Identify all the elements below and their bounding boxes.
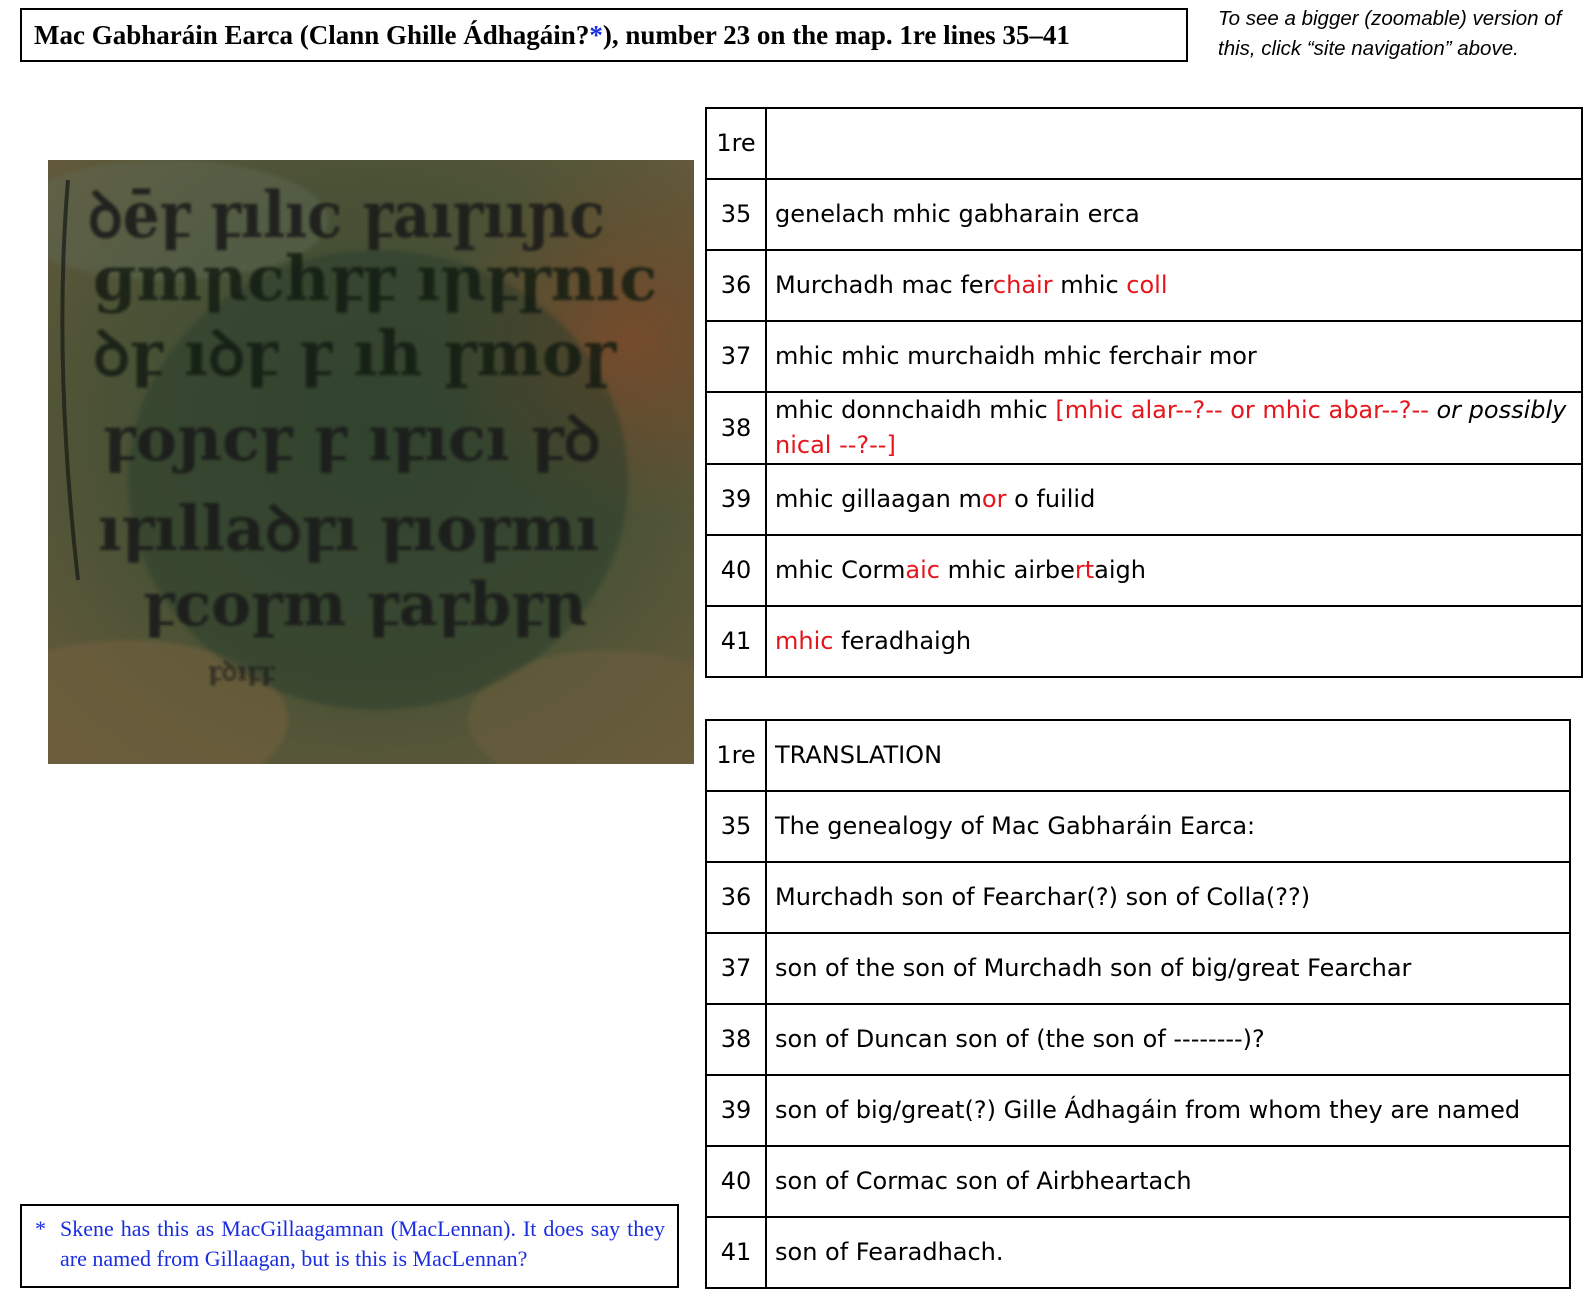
- line-number: 36: [705, 861, 767, 934]
- table-row: 36 Murchadh mac ferchair mhic coll: [705, 249, 1583, 322]
- irish-line-text: mhic feradhaigh: [765, 605, 1583, 678]
- irish-line-text: mhic mhic murchaidh mhic ferchair mor: [765, 320, 1583, 393]
- text-segment: genelach mhic gabharain erca: [775, 200, 1140, 228]
- irish-text-table: 1re 35 genelach mhic gabharain erca 36 Murch…: [705, 107, 1583, 678]
- table-row: 35 The genealogy of Mac Gabharáin Earca:: [705, 790, 1571, 863]
- svg-text:ꝼoɲcꝼ ꝼ ıꝼıcı ꝼꝺ: ꝼoɲcꝼ ꝼ ıꝼıcı ꝼꝺ: [103, 402, 601, 475]
- table-row: 40 mhic Cormaic mhic airbertaigh: [705, 534, 1583, 607]
- text-segment: mhic donnchaidh mhic: [775, 396, 1056, 424]
- line-number: 37: [705, 932, 767, 1005]
- irish-line-text: mhic donnchaidh mhic [mhic alar--?-- or …: [765, 391, 1583, 465]
- table-row: 36 Murchadh son of Fearchar(?) son of Col…: [705, 861, 1571, 934]
- text-segment: rt: [1074, 556, 1095, 584]
- text-segment: mhic airbe: [939, 556, 1075, 584]
- table-row: 37 mhic mhic murchaidh mhic ferchair mor: [705, 320, 1583, 393]
- translation-line-text: Murchadh son of Fearchar(?) son of Colla…: [765, 861, 1571, 934]
- text-segment: Murchadh mac fer: [775, 271, 993, 299]
- table-row: 38 mhic donnchaidh mhic [mhic alar--?-- o…: [705, 391, 1583, 465]
- irish-line-text: mhic Cormaic mhic airbertaigh: [765, 534, 1583, 607]
- table-row: 40 son of Cormac son of Airbheartach: [705, 1145, 1571, 1218]
- irish-line-text: Murchadh mac ferchair mhic coll: [765, 249, 1583, 322]
- navigation-note: To see a bigger (zoomable) version of th…: [1218, 7, 1562, 60]
- page-title: Mac Gabharáin Earca (Clann Ghille Ádhagá…: [20, 8, 1188, 62]
- text-segment: mhic Corm: [775, 556, 906, 584]
- translation-line-text: son of Fearadhach.: [765, 1216, 1571, 1289]
- table-row: 41 mhic feradhaigh: [705, 605, 1583, 678]
- table-row: 41 son of Fearadhach.: [705, 1216, 1571, 1289]
- footnote-box: * Skene has this as MacGillaagamnan (Mac…: [20, 1204, 679, 1288]
- text-segment: nical --?--]: [775, 431, 896, 459]
- text-segment: [mhic alar--?-- or mhic abar--?--: [1055, 396, 1437, 424]
- translation-line-text: son of Duncan son of (the son of -------…: [765, 1003, 1571, 1076]
- line-number: 36: [705, 249, 767, 322]
- text-segment: mhic mhic murchaidh mhic ferchair mor: [775, 342, 1257, 370]
- table-header-row: 1re TRANSLATION: [705, 719, 1571, 792]
- header-text-cell: [765, 107, 1583, 180]
- table-row: 35 genelach mhic gabharain erca: [705, 178, 1583, 251]
- translation-line-text: son of the son of Murchadh son of big/gr…: [765, 932, 1571, 1005]
- svg-text:ɡmꞃchꝼꝼ ıꞃꝼɼnıc: ɡmꞃchꝼꝼ ıꞃꝼɼnıc: [93, 242, 657, 315]
- svg-text:ꝼꝺıꝼꝼ: ꝼꝺıꝼꝼ: [208, 657, 275, 687]
- text-segment: mhic: [775, 627, 834, 655]
- line-number: 39: [705, 463, 767, 536]
- svg-text:ꝺꝼ ıꝺꝼ ꝼ ıh ɼmoɼ: ꝺꝼ ıꝺꝼ ꝼ ıh ɼmoɼ: [93, 317, 617, 390]
- line-number: 41: [705, 1216, 767, 1289]
- header-line-label: 1re: [705, 107, 767, 180]
- text-segment: mhic gillaagan m: [775, 485, 982, 513]
- text-segment: chair: [992, 271, 1053, 299]
- text-segment: aic: [905, 556, 940, 584]
- line-number: 37: [705, 320, 767, 393]
- text-segment: feradhaigh: [833, 627, 972, 655]
- table-row: 39 mhic gillaagan mor o fuilid: [705, 463, 1583, 536]
- translation-line-text: son of big/great(?) Gille Ádhagáin from …: [765, 1074, 1571, 1147]
- text-segment: or possibly: [1436, 396, 1567, 424]
- line-number: 40: [705, 534, 767, 607]
- line-number: 39: [705, 1074, 767, 1147]
- svg-text:ıꝼıllaꝺꝼı ꝼıoꝼmı: ıꝼıllaꝺꝼı ꝼıoꝼmı: [98, 492, 599, 565]
- title-main: Mac Gabharáin Earca (Clann Ghille Ádhagá…: [34, 19, 590, 50]
- manuscript-image: ꝺēꝼ ꝼılıc ꝼaıɼııɲc ɡmꞃchꝼꝼ ıꞃꝼɼnıc ꝺꝼ ıꝺ…: [48, 160, 694, 764]
- line-number: 38: [705, 391, 767, 465]
- text-segment: o fuilid: [1006, 485, 1096, 513]
- text-segment: or: [981, 485, 1007, 513]
- irish-line-text: genelach mhic gabharain erca: [765, 178, 1583, 251]
- translation-line-text: son of Cormac son of Airbheartach: [765, 1145, 1571, 1218]
- translation-line-text: The genealogy of Mac Gabharáin Earca:: [765, 790, 1571, 863]
- table-row: 37 son of the son of Murchadh son of big/…: [705, 932, 1571, 1005]
- text-segment: coll: [1126, 271, 1168, 299]
- header-line-label: 1re: [705, 719, 767, 792]
- line-number: 35: [705, 178, 767, 251]
- irish-line-text: mhic gillaagan mor o fuilid: [765, 463, 1583, 536]
- table-row: 39 son of big/great(?) Gille Ádhagáin fro…: [705, 1074, 1571, 1147]
- line-number: 38: [705, 1003, 767, 1076]
- footnote-star-link[interactable]: *: [589, 20, 603, 51]
- text-segment: aigh: [1094, 556, 1146, 584]
- line-number: 40: [705, 1145, 767, 1218]
- header-translation-label: TRANSLATION: [765, 719, 1571, 792]
- svg-text:ꝼcoɼm ꝼaꝼbꝼꞃ: ꝼcoɼm ꝼaꝼbꝼꞃ: [143, 570, 586, 640]
- translation-table: 1re TRANSLATION 35 The genealogy of Mac Gab…: [705, 719, 1571, 1289]
- footnote-star: *: [35, 1216, 46, 1241]
- table-row: 38 son of Duncan son of (the son of -----…: [705, 1003, 1571, 1076]
- line-number: 35: [705, 790, 767, 863]
- table-header-row: 1re: [705, 107, 1583, 180]
- line-number: 41: [705, 605, 767, 678]
- title-rest: ), number 23 on the map. 1re lines 35–41: [602, 19, 1070, 50]
- footnote-text: Skene has this as MacGillaagamnan (MacLe…: [60, 1216, 665, 1271]
- text-segment: mhic: [1052, 271, 1127, 299]
